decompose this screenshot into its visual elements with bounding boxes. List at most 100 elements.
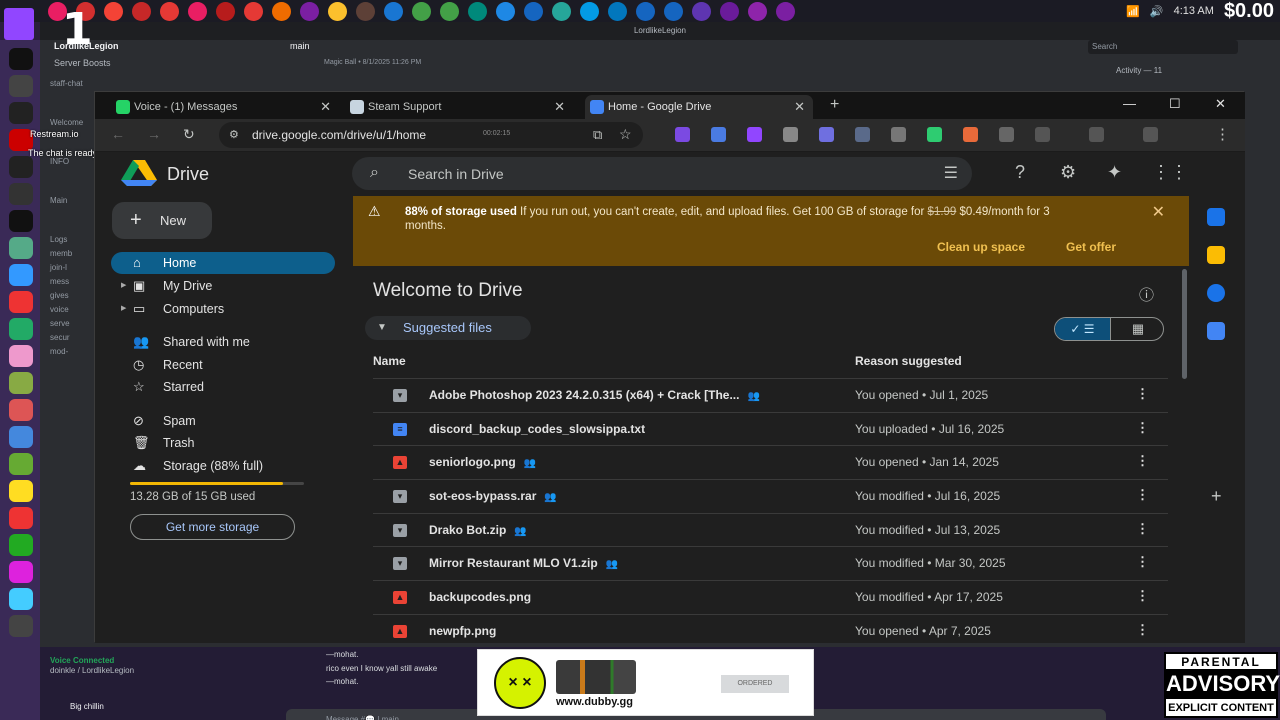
close-tab-icon[interactable]: ✕ [794,95,805,119]
server-icon[interactable] [9,480,33,502]
drive-title[interactable]: Drive [167,164,209,185]
close-window-icon[interactable]: ✕ [1215,96,1226,112]
more-actions-icon[interactable]: ⋮ [1136,453,1149,469]
file-name[interactable]: newpfp.png [429,624,496,638]
ad-button[interactable]: ORDERED [721,675,789,693]
scrollbar[interactable] [1182,269,1187,379]
server-icon[interactable] [9,426,33,448]
discord-search-input[interactable]: Search [1088,40,1238,54]
server-icon[interactable] [9,588,33,610]
maximize-icon[interactable]: ☐ [1169,96,1181,112]
column-header-name[interactable]: Name [373,354,406,368]
file-row[interactable]: ▾ Mirror Restaurant MLO V1.zip 👥 You modifi… [373,546,1168,580]
address-bar[interactable]: ⚙ drive.google.com/drive/u/1/home 00:02:… [219,122,643,148]
sidepanel-icon[interactable] [1089,127,1104,142]
volume-icon[interactable]: 🔊 [1150,5,1164,18]
gear-icon[interactable]: ⚙ [1060,162,1076,183]
server-icon[interactable] [9,615,33,637]
url-text[interactable]: drive.google.com/drive/u/1/home [252,128,426,142]
nav-recent[interactable]: ◷ Recent [111,354,335,376]
server-icon[interactable] [9,372,33,394]
taskbar-app-icon[interactable] [720,2,739,21]
file-name[interactable]: sot-eos-bypass.rar 👥 [429,489,557,503]
tab-google-drive[interactable]: Home - Google Drive ✕ [585,95,813,119]
server-icon[interactable] [9,48,33,70]
server-icon[interactable] [9,264,33,286]
suggested-files-toggle[interactable]: ▼ Suggested files [365,316,531,340]
close-tab-icon[interactable]: ✕ [554,95,565,119]
taskbar-app-icon[interactable] [104,2,123,21]
bookmark-star-icon[interactable]: ☆ [619,126,632,143]
nav-my-drive[interactable]: ▶ ▣ My Drive [111,275,335,297]
server-icon[interactable] [9,399,33,421]
get-more-storage-button[interactable]: Get more storage [130,514,295,540]
taskbar-app-icon[interactable] [328,2,347,21]
taskbar-app-icon[interactable] [468,2,487,21]
shield-extension-icon[interactable] [855,127,870,142]
twitch-extension-icon[interactable] [747,127,762,142]
taskbar-app-icon[interactable] [776,2,795,21]
info-icon[interactable]: ⓘ [1139,284,1154,305]
cast-icon[interactable]: ⧉ [593,127,602,143]
contacts-icon[interactable] [1207,322,1225,340]
file-row[interactable]: ▾ sot-eos-bypass.rar 👥 You modified • Jul 1… [373,479,1168,513]
nav-computers[interactable]: ▶ ▭ Computers [111,298,335,320]
wifi-icon[interactable]: 📶 [1126,5,1140,18]
back-icon[interactable]: ← [111,126,125,142]
extension-icon[interactable] [711,127,726,142]
nav-trash[interactable]: 🗑 Trash [111,432,335,454]
expand-icon[interactable]: ▶ [121,298,126,320]
more-actions-icon[interactable]: ⋮ [1136,622,1149,638]
server-icon[interactable] [9,156,33,178]
close-tab-icon[interactable]: ✕ [320,95,331,119]
get-offer-button[interactable]: Get offer [1066,240,1116,254]
list-view-button[interactable]: ✓ ☰ [1055,318,1110,340]
taskbar-app-icon[interactable] [580,2,599,21]
new-button[interactable]: + New [112,202,212,239]
taskbar-app-icon[interactable] [132,2,151,21]
server-icon[interactable] [9,453,33,475]
server-icon[interactable] [9,183,33,205]
extension-icon[interactable] [927,127,942,142]
help-icon[interactable]: ? [1015,162,1025,183]
server-icon[interactable] [9,102,33,124]
server-icon[interactable] [9,534,33,556]
gemini-icon[interactable]: ✦ [1107,162,1122,183]
nav-storage[interactable]: ☁ Storage (88% full) [111,455,335,477]
taskbar-app-icon[interactable] [692,2,711,21]
more-actions-icon[interactable]: ⋮ [1136,521,1149,537]
menu-dots-icon[interactable]: ⋮ [1215,125,1230,143]
keep-icon[interactable] [1207,246,1225,264]
search-filter-icon[interactable]: ☰ [944,163,958,183]
forward-icon[interactable]: → [147,126,161,142]
puzzle-extensions-icon[interactable] [1035,127,1050,142]
close-icon[interactable]: ✕ [1152,202,1165,222]
clock[interactable]: 4:13 AM [1174,5,1214,17]
new-tab-icon[interactable]: + [830,96,839,114]
taskbar-app-icon[interactable] [748,2,767,21]
server-icon[interactable] [9,291,33,313]
clean-up-space-button[interactable]: Clean up space [937,240,1025,254]
taskbar-app-icon[interactable] [636,2,655,21]
nav-home[interactable]: ⌂ Home [111,252,335,274]
download-icon[interactable] [1143,127,1158,142]
file-name[interactable]: Adobe Photoshop 2023 24.2.0.315 (x64) + … [429,388,760,402]
server-icon[interactable] [9,237,33,259]
extension-icon[interactable] [819,127,834,142]
more-actions-icon[interactable]: ⋮ [1136,386,1149,402]
server-icon[interactable] [9,507,33,529]
apps-grid-icon[interactable]: ⋮⋮ [1152,162,1188,183]
taskbar-app-icon[interactable] [664,2,683,21]
server-icon[interactable] [9,210,33,232]
taskbar-app-icon[interactable] [524,2,543,21]
drive-search-input[interactable]: ⌕ Search in Drive ☰ [352,157,972,190]
reload-icon[interactable]: ↻ [183,126,195,143]
file-row[interactable]: ▾ Drako Bot.zip 👥 You modified • Jul 13, 20… [373,512,1168,547]
server-icon[interactable] [9,345,33,367]
extension-icon[interactable] [891,127,906,142]
file-name[interactable]: seniorlogo.png 👥 [429,455,536,469]
site-info-icon[interactable]: ⚙ [229,128,239,141]
taskbar-app-icon[interactable] [160,2,179,21]
more-actions-icon[interactable]: ⋮ [1136,588,1149,604]
taskbar-app-icon[interactable] [384,2,403,21]
